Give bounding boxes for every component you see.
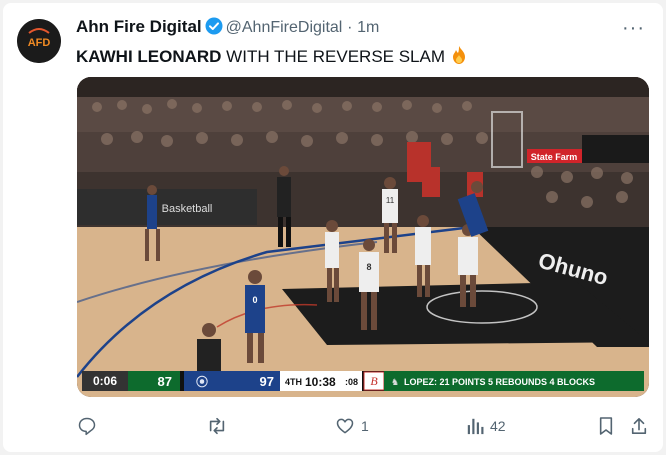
- handle[interactable]: @AhnFireDigital: [226, 19, 343, 36]
- separator-dot: ·: [347, 19, 353, 36]
- more-options-icon[interactable]: ···: [622, 17, 645, 40]
- action-bar: 1 42: [3, 413, 663, 443]
- tweet-card[interactable]: AFD Ahn Fire Digital @AhnFireDigital · 1m…: [3, 3, 663, 452]
- timestamp[interactable]: 1m: [357, 19, 379, 36]
- jersey-number-2: 8: [366, 262, 371, 272]
- repost-icon: [209, 417, 225, 435]
- player-white-2: [325, 220, 339, 302]
- period: 4TH: [285, 377, 302, 387]
- stat-line: LOPEZ: 21 POINTS 5 REBOUNDS 4 BLOCKS: [404, 377, 595, 387]
- share-icon: [631, 417, 647, 435]
- like-button[interactable]: 1: [335, 413, 369, 439]
- tweet-text-bold: KAWHI LEONARD: [76, 47, 222, 66]
- views-icon: [467, 418, 484, 435]
- reply-icon: [78, 417, 96, 436]
- shot-clock: 0:06: [93, 374, 117, 388]
- verified-badge-icon: [205, 17, 223, 40]
- banner-right-text: State Farm: [531, 152, 578, 162]
- share-button[interactable]: [630, 413, 648, 439]
- view-count: 42: [490, 418, 506, 434]
- views-button[interactable]: 42: [466, 413, 506, 439]
- heart-icon: [336, 418, 354, 434]
- fire-emoji-icon: [449, 45, 469, 70]
- video-player[interactable]: Basketball State Farm Ohuno 11 8 0 0:06 …: [77, 77, 649, 397]
- bucks-logo-icon: ♞: [391, 377, 399, 387]
- away-score: 97: [260, 374, 274, 389]
- jersey-number-1: 11: [386, 196, 395, 205]
- bookmark-icon: [599, 417, 613, 435]
- avatar-logo-text: AFD: [28, 37, 51, 49]
- tweet-text: KAWHI LEONARD WITH THE REVERSE SLAM: [76, 45, 469, 70]
- banner-left-text: Basketball: [162, 203, 213, 215]
- tweet-text-rest: WITH THE REVERSE SLAM: [221, 47, 446, 66]
- bookmark-button[interactable]: [598, 413, 614, 439]
- clippers-logo-icon: ⦿: [196, 374, 208, 389]
- video-frame: Basketball State Farm Ohuno 11 8 0 0:06 …: [77, 77, 649, 397]
- shot-clock-small: :08: [345, 377, 358, 387]
- scoreboard: 0:06 87 ⦿ 97 4TH 10:38 :08 B ♞ LOPEZ: 21…: [82, 371, 644, 391]
- tweet-header: Ahn Fire Digital @AhnFireDigital · 1m: [76, 17, 379, 40]
- display-name[interactable]: Ahn Fire Digital: [76, 17, 202, 36]
- reply-button[interactable]: [77, 413, 103, 439]
- home-score: 87: [158, 374, 172, 389]
- like-count: 1: [361, 418, 369, 434]
- repost-button[interactable]: [206, 413, 234, 439]
- avatar[interactable]: AFD: [17, 19, 61, 63]
- home-team-box: [128, 371, 180, 391]
- jersey-number-3: 0: [252, 295, 257, 305]
- game-clock: 10:38: [305, 375, 336, 389]
- network-logo-icon: B: [370, 374, 378, 388]
